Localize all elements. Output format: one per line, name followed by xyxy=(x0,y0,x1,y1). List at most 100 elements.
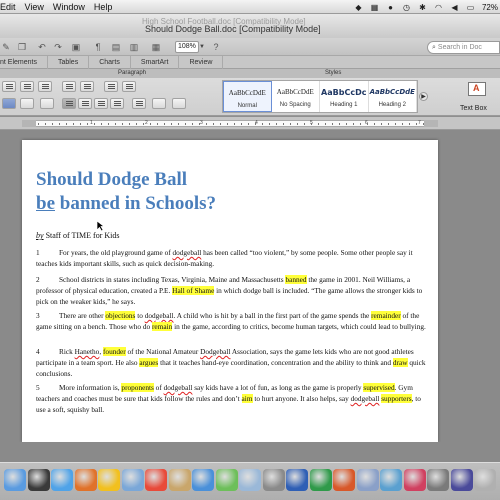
mail-icon[interactable] xyxy=(121,469,144,491)
ruler-tick xyxy=(115,123,116,125)
align-left-button[interactable] xyxy=(62,98,76,109)
spaces-icon[interactable]: ▦ xyxy=(370,3,379,12)
decrease-indent-button[interactable] xyxy=(62,81,76,92)
highlight-color-button[interactable] xyxy=(2,98,16,109)
style-normal[interactable]: AaBbCcDdE Normal xyxy=(223,81,272,112)
ruler-tick xyxy=(227,123,228,125)
misspelled-word: dodgeball xyxy=(144,311,174,320)
styles-gallery-next-icon[interactable]: ▶ xyxy=(419,92,428,101)
volume-icon[interactable]: ◀ xyxy=(450,3,459,12)
camera-icon[interactable]: ● xyxy=(386,3,395,12)
dropbox-icon[interactable]: ◆ xyxy=(354,3,363,12)
tab-document-elements[interactable]: nt Elements xyxy=(0,55,48,69)
preview-icon[interactable] xyxy=(239,469,261,491)
style-no-spacing[interactable]: AaBbCcDdE No Spacing xyxy=(272,81,321,112)
addressbook-icon[interactable] xyxy=(168,469,191,491)
time-machine-icon[interactable]: ◷ xyxy=(402,3,411,12)
firefox-icon[interactable] xyxy=(74,469,97,491)
safari-icon[interactable] xyxy=(51,469,73,491)
justify-button[interactable] xyxy=(110,98,124,109)
style-heading-2[interactable]: AaBbCcDdE Heading 2 xyxy=(369,81,418,112)
dashboard-icon[interactable] xyxy=(27,469,50,491)
tab-smartart[interactable]: SmartArt xyxy=(131,55,180,69)
paragraph: 4 Rick Hanetho, founder of the National A… xyxy=(36,346,426,379)
borders-button[interactable] xyxy=(172,98,186,109)
undo-icon[interactable]: ↶ xyxy=(36,41,48,53)
font-color-button[interactable] xyxy=(20,98,34,109)
powerpoint-icon[interactable] xyxy=(333,469,355,491)
battery-icon[interactable]: ▭ xyxy=(466,3,475,12)
bullets-button[interactable] xyxy=(2,81,16,92)
ruler-tick xyxy=(423,123,424,125)
finder-icon[interactable] xyxy=(4,469,26,491)
ruler-tick xyxy=(157,123,158,125)
multilevel-list-button[interactable] xyxy=(38,81,52,92)
show-paragraph-marks-icon[interactable]: ¶ xyxy=(92,41,104,53)
ribbon-tabs: nt Elements Tables Charts SmartArt Revie… xyxy=(0,55,500,69)
misspelled-word: dodgeball xyxy=(163,383,193,392)
ruler-tick xyxy=(220,123,221,125)
wifi-icon[interactable]: ◠ xyxy=(434,3,443,12)
horizontal-ruler[interactable]: 1 2 3 4 5 6 7 xyxy=(0,117,500,130)
text-box-button[interactable]: Text Box xyxy=(460,80,496,114)
clear-formatting-button[interactable] xyxy=(40,98,54,109)
paragraph-text: There are other xyxy=(59,311,106,320)
ruler-left-margin xyxy=(22,120,36,127)
format-painter-icon[interactable]: ✎ xyxy=(0,41,12,53)
excel-icon[interactable] xyxy=(309,469,332,491)
paragraph-text: to hurt anyone. It also helps, say xyxy=(252,394,351,403)
style-heading-1[interactable]: AaBbCcDc Heading 1 xyxy=(320,81,369,112)
align-center-button[interactable] xyxy=(78,98,92,109)
tab-charts[interactable]: Charts xyxy=(89,55,131,69)
menu-bar: Edit View Window Help ◆ ▦ ● ◷ ✱ ◠ ◀ ▭ 72… xyxy=(0,0,500,14)
zoom-field[interactable]: 108% xyxy=(175,41,199,53)
ruler-tick xyxy=(241,123,242,125)
ruler-tick xyxy=(171,123,172,125)
paragraph-text: of the National Amateur xyxy=(125,347,201,356)
redo-icon[interactable]: ↷ xyxy=(52,41,64,53)
menu-view[interactable]: View xyxy=(23,2,51,12)
increase-indent-button[interactable] xyxy=(80,81,94,92)
bluetooth-icon[interactable]: ✱ xyxy=(418,3,427,12)
itunes-icon[interactable] xyxy=(192,469,214,491)
media-browser-icon[interactable]: ▦ xyxy=(150,41,162,53)
byline-author: Staff of TIME for Kids xyxy=(43,231,120,240)
menu-edit[interactable]: Edit xyxy=(0,2,23,12)
search-field[interactable]: ⌕ Search in Doc xyxy=(427,41,500,54)
align-right-button[interactable] xyxy=(94,98,108,109)
numbering-button[interactable] xyxy=(20,81,34,92)
document-page[interactable]: Should Dodge Ball be banned in Schools? … xyxy=(22,140,438,442)
word-icon[interactable] xyxy=(286,469,308,491)
network-icon[interactable] xyxy=(356,469,379,491)
menu-help[interactable]: Help xyxy=(92,2,120,12)
ical-icon[interactable] xyxy=(145,469,167,491)
copy-icon[interactable]: ❐ xyxy=(16,41,28,53)
ruler-tick xyxy=(129,123,130,125)
help-icon[interactable]: ? xyxy=(210,41,222,53)
line-spacing-button[interactable] xyxy=(132,98,146,109)
iphoto-icon[interactable] xyxy=(215,469,238,491)
ruler-tick xyxy=(38,123,39,125)
menu-window[interactable]: Window xyxy=(51,2,92,12)
app-icon[interactable] xyxy=(403,469,426,491)
system-preferences-icon[interactable] xyxy=(262,469,285,491)
search-icon: ⌕ xyxy=(432,44,436,51)
chrome-icon[interactable] xyxy=(98,469,120,491)
trash-icon[interactable] xyxy=(474,469,496,491)
shading-button[interactable] xyxy=(152,98,166,109)
app-icon[interactable] xyxy=(450,469,473,491)
tab-tables[interactable]: Tables xyxy=(48,55,90,69)
ruler-tick xyxy=(206,123,207,125)
misspelled-word: dodgeball xyxy=(350,394,380,403)
toolbox-icon[interactable]: ▥ xyxy=(128,41,140,53)
zoom-dropdown-arrow[interactable]: ▼ xyxy=(199,41,207,53)
tab-review[interactable]: Review xyxy=(179,55,224,69)
sidebar-icon[interactable]: ▤ xyxy=(110,41,122,53)
app-icon[interactable] xyxy=(427,469,449,491)
highlighted-word: remainder xyxy=(371,311,401,320)
save-icon[interactable]: ▣ xyxy=(70,41,82,53)
ruler-tick xyxy=(395,123,396,125)
show-formatting-button[interactable] xyxy=(122,81,136,92)
app-icon[interactable] xyxy=(380,469,402,491)
sort-button[interactable] xyxy=(104,81,118,92)
